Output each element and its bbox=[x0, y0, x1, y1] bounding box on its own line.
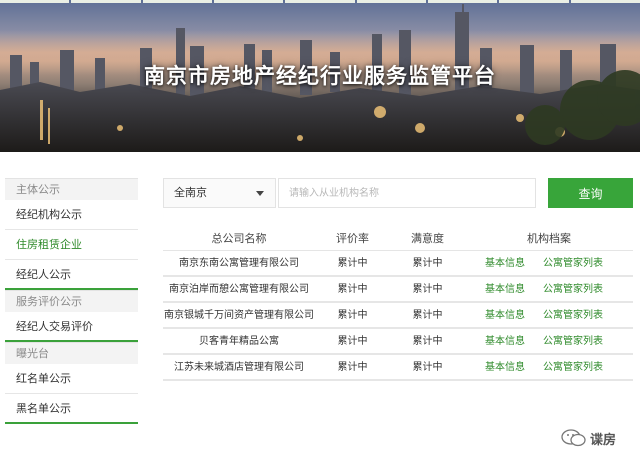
sidebar-group-evaluation: 服务评价公示 bbox=[5, 290, 138, 312]
column-header-archive: 机构档案 bbox=[527, 232, 571, 245]
archive-links: 基本信息 公寓管家列表 bbox=[465, 329, 633, 353]
page-title: 南京市房地产经纪行业服务监管平台 bbox=[144, 64, 496, 88]
basic-info-link[interactable]: 基本信息 bbox=[485, 258, 525, 269]
watermark-text: 谍房 bbox=[590, 432, 617, 448]
satisfaction: 累计中 bbox=[412, 362, 443, 373]
company-name: 南京泊岸而憩公寓管理有限公司 bbox=[169, 284, 309, 295]
satisfaction: 累计中 bbox=[412, 258, 443, 269]
satisfaction: 累计中 bbox=[412, 336, 443, 347]
company-name: 南京东南公寓管理有限公司 bbox=[179, 258, 299, 269]
table-row: 江苏未来城酒店管理有限公司 累计中 累计中 基本信息 公寓管家列表 bbox=[163, 355, 633, 381]
basic-info-link[interactable]: 基本信息 bbox=[485, 336, 525, 347]
satisfaction: 累计中 bbox=[412, 310, 443, 321]
watermark: 谍房 bbox=[561, 427, 616, 449]
company-name: 江苏未来城酒店管理有限公司 bbox=[174, 362, 304, 373]
table-row: 南京银城千万间资产管理有限公司 累计中 累计中 基本信息 公寓管家列表 bbox=[163, 303, 633, 329]
sidebar-item-agency-list[interactable]: 经纪机构公示 bbox=[5, 200, 138, 230]
column-header-company: 总公司名称 bbox=[211, 232, 267, 245]
search-input[interactable] bbox=[278, 178, 536, 208]
sidebar-item-agent-list[interactable]: 经纪人公示 bbox=[5, 260, 138, 290]
sidebar-group-exposure: 曝光台 bbox=[5, 342, 138, 364]
table-row: 贝客青年精品公寓 累计中 累计中 基本信息 公寓管家列表 bbox=[163, 329, 633, 355]
basic-info-link[interactable]: 基本信息 bbox=[485, 362, 525, 373]
housekeeper-list-link[interactable]: 公寓管家列表 bbox=[543, 362, 603, 373]
housekeeper-list-link[interactable]: 公寓管家列表 bbox=[543, 310, 603, 321]
company-name: 南京银城千万间资产管理有限公司 bbox=[164, 310, 314, 321]
company-table: 总公司名称 评价率 满意度 机构档案 南京东南公寓管理有限公司 累计中 累计中 … bbox=[163, 227, 633, 381]
rating-rate: 累计中 bbox=[337, 258, 368, 269]
sidebar-group-entity: 主体公示 bbox=[5, 178, 138, 200]
table-row: 南京泊岸而憩公寓管理有限公司 累计中 累计中 基本信息 公寓管家列表 bbox=[163, 277, 633, 303]
archive-links: 基本信息 公寓管家列表 bbox=[465, 277, 633, 301]
region-select-value: 全南京 bbox=[174, 186, 207, 199]
column-header-satisfaction: 满意度 bbox=[411, 232, 444, 245]
basic-info-link[interactable]: 基本信息 bbox=[485, 310, 525, 321]
basic-info-link[interactable]: 基本信息 bbox=[485, 284, 525, 295]
housekeeper-list-link[interactable]: 公寓管家列表 bbox=[543, 258, 603, 269]
rating-rate: 累计中 bbox=[337, 336, 368, 347]
sidebar-item-red-list[interactable]: 红名单公示 bbox=[5, 364, 138, 394]
hero-banner: 南京市房地产经纪行业服务监管平台 bbox=[0, 0, 640, 152]
search-button[interactable]: 查询 bbox=[548, 178, 633, 208]
table-row: 南京东南公寓管理有限公司 累计中 累计中 基本信息 公寓管家列表 bbox=[163, 251, 633, 277]
wechat-icon bbox=[561, 429, 586, 447]
sidebar: 主体公示 经纪机构公示 住房租赁企业 经纪人公示 服务评价公示 经纪人交易评价 … bbox=[5, 178, 138, 424]
table-header: 总公司名称 评价率 满意度 机构档案 bbox=[163, 227, 633, 251]
sidebar-item-black-list[interactable]: 黑名单公示 bbox=[5, 394, 138, 424]
archive-links: 基本信息 公寓管家列表 bbox=[465, 355, 633, 379]
region-select[interactable]: 全南京 bbox=[163, 178, 276, 208]
housekeeper-list-link[interactable]: 公寓管家列表 bbox=[543, 336, 603, 347]
rating-rate: 累计中 bbox=[337, 284, 368, 295]
archive-links: 基本信息 公寓管家列表 bbox=[465, 251, 633, 275]
column-header-rating-rate: 评价率 bbox=[336, 232, 369, 245]
archive-links: 基本信息 公寓管家列表 bbox=[465, 303, 633, 327]
company-name: 贝客青年精品公寓 bbox=[199, 336, 279, 347]
rating-rate: 累计中 bbox=[337, 310, 368, 321]
rating-rate: 累计中 bbox=[337, 362, 368, 373]
satisfaction: 累计中 bbox=[412, 284, 443, 295]
housekeeper-list-link[interactable]: 公寓管家列表 bbox=[543, 284, 603, 295]
sidebar-item-rental-companies[interactable]: 住房租赁企业 bbox=[5, 230, 138, 260]
caret-down-icon bbox=[256, 191, 264, 196]
sidebar-item-agent-rating[interactable]: 经纪人交易评价 bbox=[5, 312, 138, 342]
